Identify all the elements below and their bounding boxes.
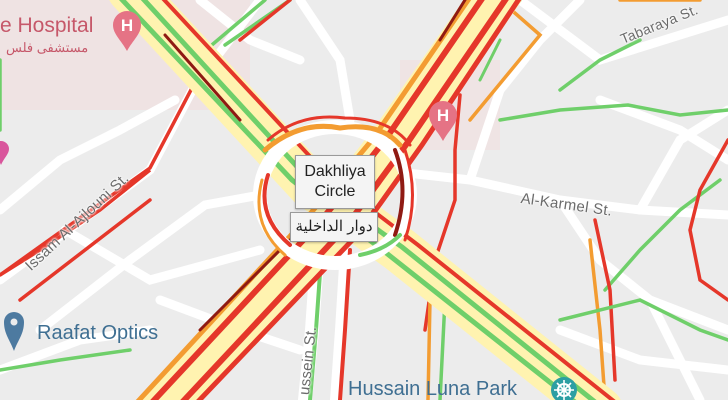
svg-text:H: H (121, 16, 133, 35)
hospital-name-ar: مستشفى فلس (6, 40, 89, 55)
hospital-icon[interactable]: H (111, 10, 143, 57)
circle-name-line2: Circle (314, 183, 356, 200)
hussain-luna-park-label[interactable]: Hussain Luna Park (348, 378, 517, 400)
place-pin-icon[interactable] (3, 308, 25, 357)
hospital-icon[interactable]: H (427, 100, 459, 147)
circle-name-line1: Dakhliya (304, 163, 366, 180)
circle-label-ar[interactable]: دوار الداخلية (290, 212, 378, 242)
place-pin-icon[interactable] (0, 140, 10, 171)
svg-text:H: H (437, 106, 449, 125)
map-view[interactable]: e Hospital مستشفى فلس H H Raafat Optics … (0, 0, 728, 400)
circle-label-en[interactable]: Dakhliya Circle (295, 155, 375, 209)
park-icon[interactable] (550, 376, 578, 400)
raafat-optics-label[interactable]: Raafat Optics (37, 322, 158, 345)
hospital-name-en[interactable]: e Hospital (0, 14, 93, 38)
